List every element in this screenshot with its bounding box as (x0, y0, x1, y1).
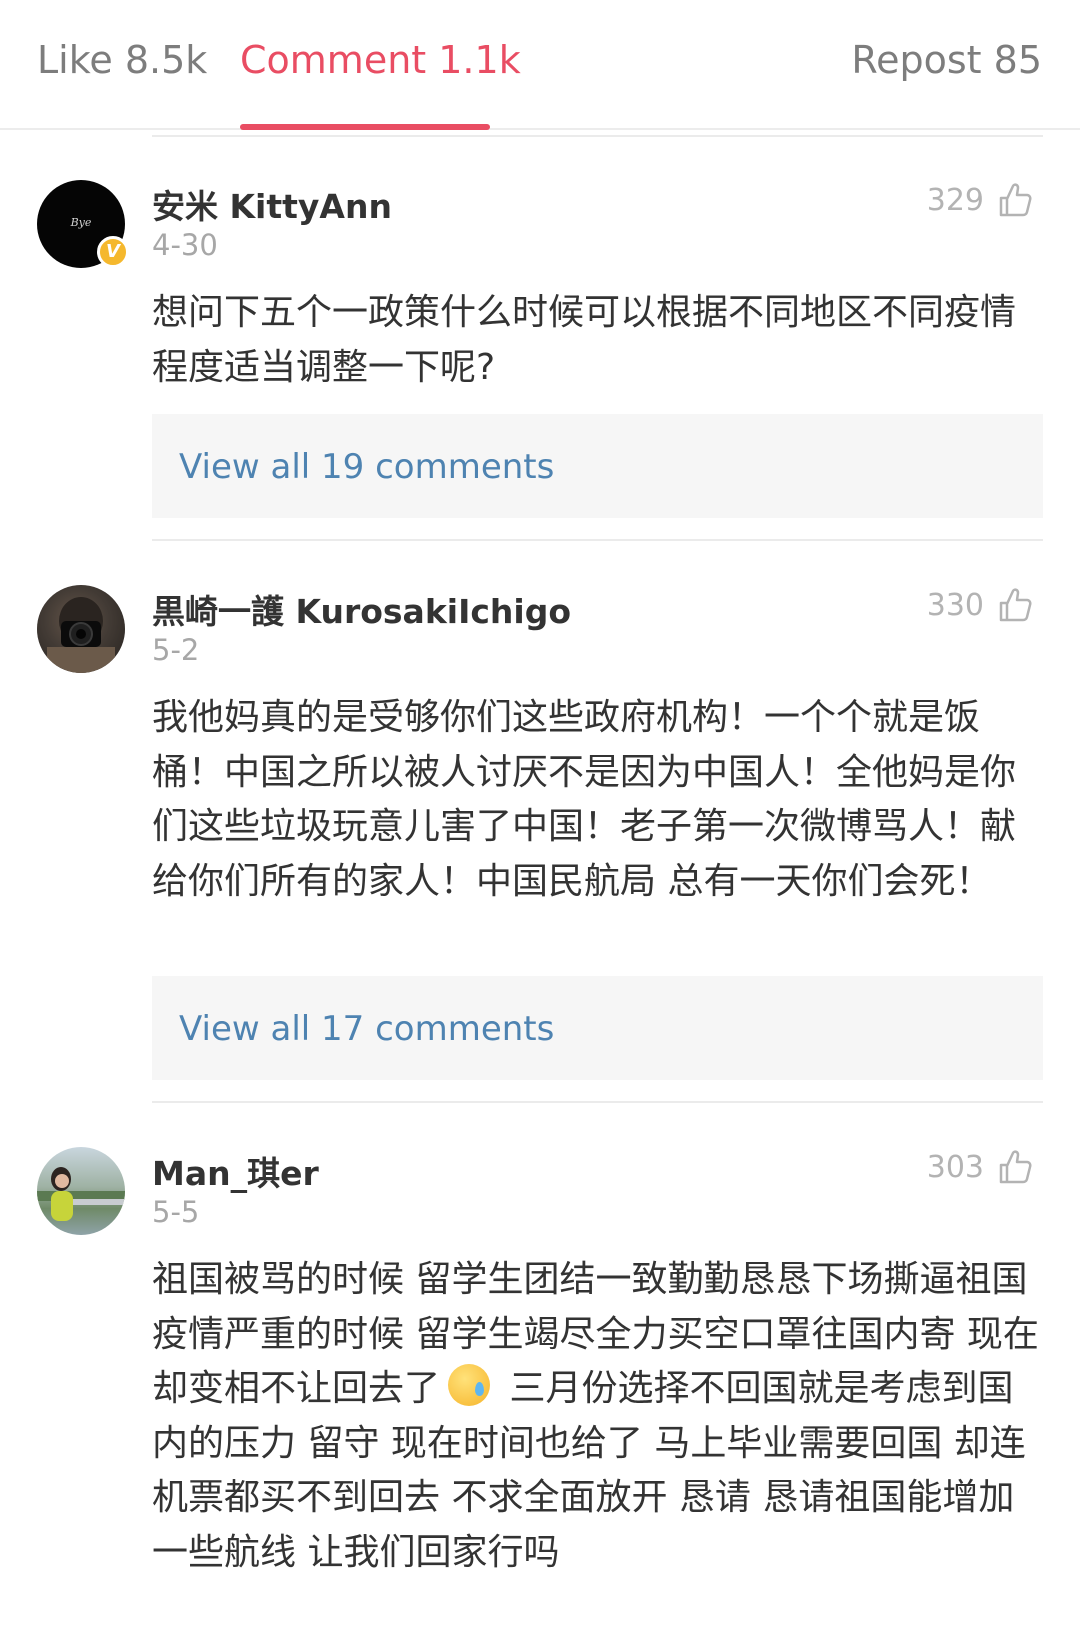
thumbs-up-icon (998, 182, 1032, 218)
comment-username[interactable]: 黒崎一護 KurosakiIchigo (152, 585, 571, 633)
divider (152, 135, 1043, 137)
avatar[interactable] (37, 585, 133, 681)
avatar[interactable] (37, 1147, 133, 1243)
view-all-replies-label: View all 17 comments (179, 1009, 555, 1049)
comment-date: 5-2 (152, 633, 200, 667)
comment-date: 4-30 (152, 228, 218, 262)
verified-badge-icon: V (97, 236, 129, 268)
divider (152, 1101, 1043, 1103)
comment-date: 5-5 (152, 1195, 200, 1229)
tab-like[interactable]: Like 8.5k (37, 38, 207, 82)
thumbs-up-icon (998, 587, 1032, 623)
tab-repost[interactable]: Repost 85 (851, 38, 1042, 82)
active-tab-indicator (240, 124, 490, 130)
thumbs-up-icon (998, 1149, 1032, 1185)
comment-username[interactable]: 安米 KittyAnn (152, 180, 392, 228)
comment-text: 祖国被骂的时候 留学生团结一致勤勤恳恳下场撕逼祖国疫情严重的时候 留学生竭尽全力… (152, 1253, 1040, 1580)
comment-like-button[interactable]: 330 (927, 587, 1032, 623)
comment-like-count: 303 (926, 1149, 984, 1185)
svg-text:Bye: Bye (70, 216, 92, 229)
comment-like-button[interactable]: 329 (927, 182, 1032, 218)
view-all-replies-button[interactable]: View all 17 comments (152, 976, 1043, 1080)
tab-bar: Like 8.5k Comment 1.1k Repost 85 (0, 0, 1080, 130)
comment-like-count: 330 (926, 587, 984, 623)
comment-like-count: 329 (926, 182, 984, 218)
divider (152, 539, 1043, 541)
comment-like-button[interactable]: 303 (927, 1149, 1032, 1185)
comment-text: 想问下五个一政策什么时候可以根据不同地区不同疫情程度适当调整一下呢? (152, 292, 1017, 388)
comment-text: 我他妈真的是受够你们这些政府机构！一个个就是饭桶！中国之所以被人讨厌不是因为中国… (152, 697, 1017, 902)
sweat-emoji-icon (448, 1364, 491, 1406)
avatar-image (37, 585, 125, 673)
avatar[interactable]: Bye V (37, 180, 133, 276)
view-all-replies-button[interactable]: View all 19 comments (152, 414, 1043, 518)
comment-username[interactable]: Man_琪er (152, 1147, 319, 1195)
avatar-image (37, 1147, 125, 1235)
view-all-replies-label: View all 19 comments (179, 447, 555, 487)
